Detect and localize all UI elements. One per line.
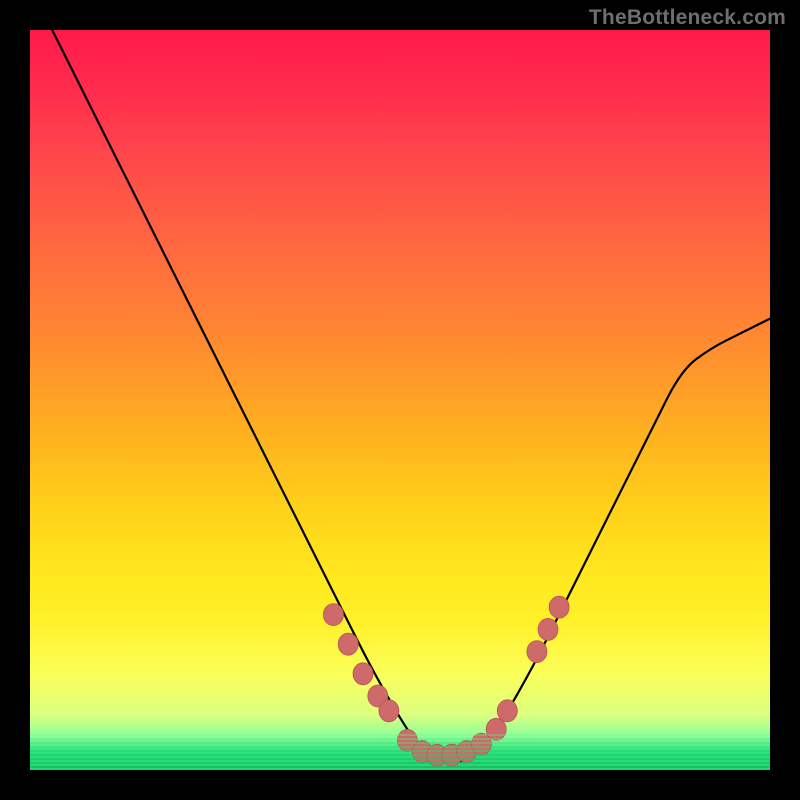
marker-dot <box>379 700 399 722</box>
marker-dot <box>338 633 358 655</box>
plot-area <box>30 30 770 770</box>
marker-dot <box>353 663 373 685</box>
marker-dot <box>497 700 517 722</box>
bottleneck-curve <box>45 30 770 763</box>
marker-dot <box>527 641 547 663</box>
plot-svg <box>30 30 770 770</box>
watermark-text: TheBottleneck.com <box>589 6 786 30</box>
bottom-green-bands <box>30 732 770 770</box>
marker-dot <box>323 604 343 626</box>
marker-dot <box>538 618 558 640</box>
chart-frame: TheBottleneck.com <box>0 0 800 800</box>
marker-dot <box>549 596 569 618</box>
